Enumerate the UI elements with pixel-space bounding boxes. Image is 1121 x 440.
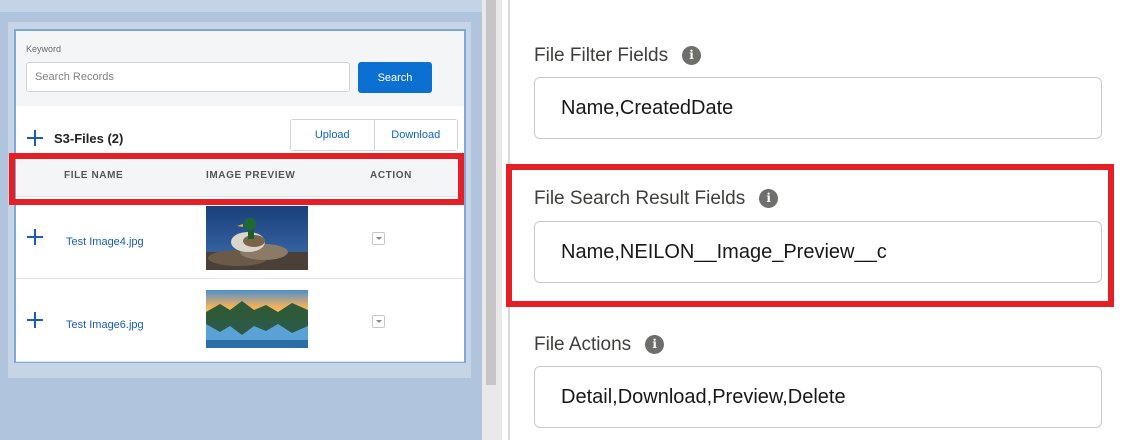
files-header: S3-Files (2) Upload Download: [16, 111, 464, 159]
row-expand-plus-icon[interactable]: [26, 228, 44, 246]
search-area: Keyword Search: [16, 31, 464, 106]
file-actions-label: File Actions i: [534, 334, 665, 356]
file-actions-input[interactable]: Detail,Download,Preview,Delete: [534, 366, 1102, 428]
file-actions-label-text: File Actions: [534, 334, 632, 355]
search-button[interactable]: Search: [358, 62, 432, 93]
download-button[interactable]: Download: [373, 120, 457, 150]
file-filter-fields-label: File Filter Fields i: [534, 45, 702, 67]
info-icon[interactable]: i: [645, 335, 665, 354]
file-button-group: Upload Download: [290, 119, 458, 151]
row-action-dropdown[interactable]: [372, 315, 385, 328]
lake-landscape-image: [206, 290, 308, 348]
search-input[interactable]: [26, 62, 350, 92]
file-filter-fields-input[interactable]: Name,CreatedDate: [534, 77, 1102, 139]
file-name-link[interactable]: Test Image6.jpg: [66, 319, 144, 331]
row-expand-plus-icon[interactable]: [26, 311, 44, 329]
left-panel-top-strip: [0, 0, 482, 12]
highlight-box-result-fields: [506, 164, 1114, 307]
expand-plus-icon[interactable]: [26, 129, 44, 147]
table-row: Test Image4.jpg: [16, 196, 464, 279]
file-name-link[interactable]: Test Image4.jpg: [66, 236, 144, 248]
files-title: S3-Files (2): [54, 131, 124, 146]
info-icon[interactable]: i: [682, 46, 702, 65]
duck-image: [206, 206, 308, 270]
scrollbar-track[interactable]: [486, 0, 496, 385]
image-preview-thumbnail[interactable]: [206, 290, 308, 348]
keyword-label: Keyword: [26, 44, 62, 54]
upload-button[interactable]: Upload: [291, 120, 374, 150]
row-action-dropdown[interactable]: [372, 232, 385, 245]
table-row: Test Image6.jpg: [16, 279, 464, 362]
highlight-box-table-header: [9, 153, 464, 205]
file-filter-fields-label-text: File Filter Fields: [534, 45, 669, 66]
image-preview-thumbnail[interactable]: [206, 206, 308, 270]
